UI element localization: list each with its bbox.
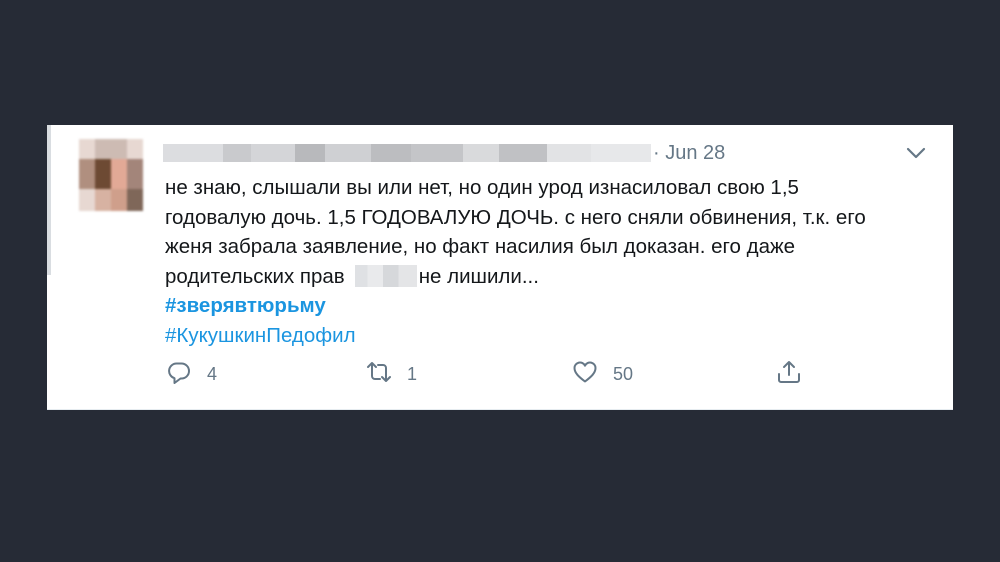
share-icon: [775, 358, 803, 391]
chevron-down-icon[interactable]: [905, 145, 927, 161]
author-name-blurred[interactable]: [163, 144, 651, 162]
tweet-text-prefix: родительских прав: [165, 264, 345, 288]
tweet-text-line: родительских прав не лишили...: [165, 262, 945, 292]
tweet-body: не знаю, слышали вы или нет, но один уро…: [165, 173, 945, 350]
tweet-text-line: не знаю, слышали вы или нет, но один уро…: [165, 176, 799, 199]
tweet-text-suffix: не лишили...: [418, 264, 539, 288]
tweet-text-line: годовалую дочь. 1,5 ГОДОВАЛУЮ ДОЧЬ. с не…: [165, 205, 866, 229]
tweet-timestamp[interactable]: · Jun 28: [653, 142, 725, 165]
censored-word-blur: [354, 264, 417, 287]
hashtag-link[interactable]: #КукушкинПедофил: [165, 321, 945, 351]
retweet-icon: [365, 358, 393, 391]
share-button[interactable]: [775, 359, 803, 389]
reply-button[interactable]: 4: [165, 359, 217, 389]
avatar[interactable]: [79, 139, 143, 211]
scrollbar[interactable]: [47, 125, 51, 275]
reply-icon: [165, 358, 193, 391]
reply-count: 4: [207, 363, 218, 384]
tweet-text-line: женя забрала заявление, но факт насилия …: [165, 235, 796, 258]
hashtag-link[interactable]: #зверявтюрьму: [165, 291, 945, 321]
tweet-actions: 4 1 50: [165, 359, 925, 389]
like-icon: [571, 358, 599, 391]
like-button[interactable]: 50: [571, 359, 633, 389]
retweet-button[interactable]: 1: [365, 359, 417, 389]
tweet-card[interactable]: · Jun 28 не знаю, слышали вы или нет, но…: [47, 125, 953, 410]
retweet-count: 1: [407, 363, 418, 384]
like-count: 50: [613, 363, 634, 384]
